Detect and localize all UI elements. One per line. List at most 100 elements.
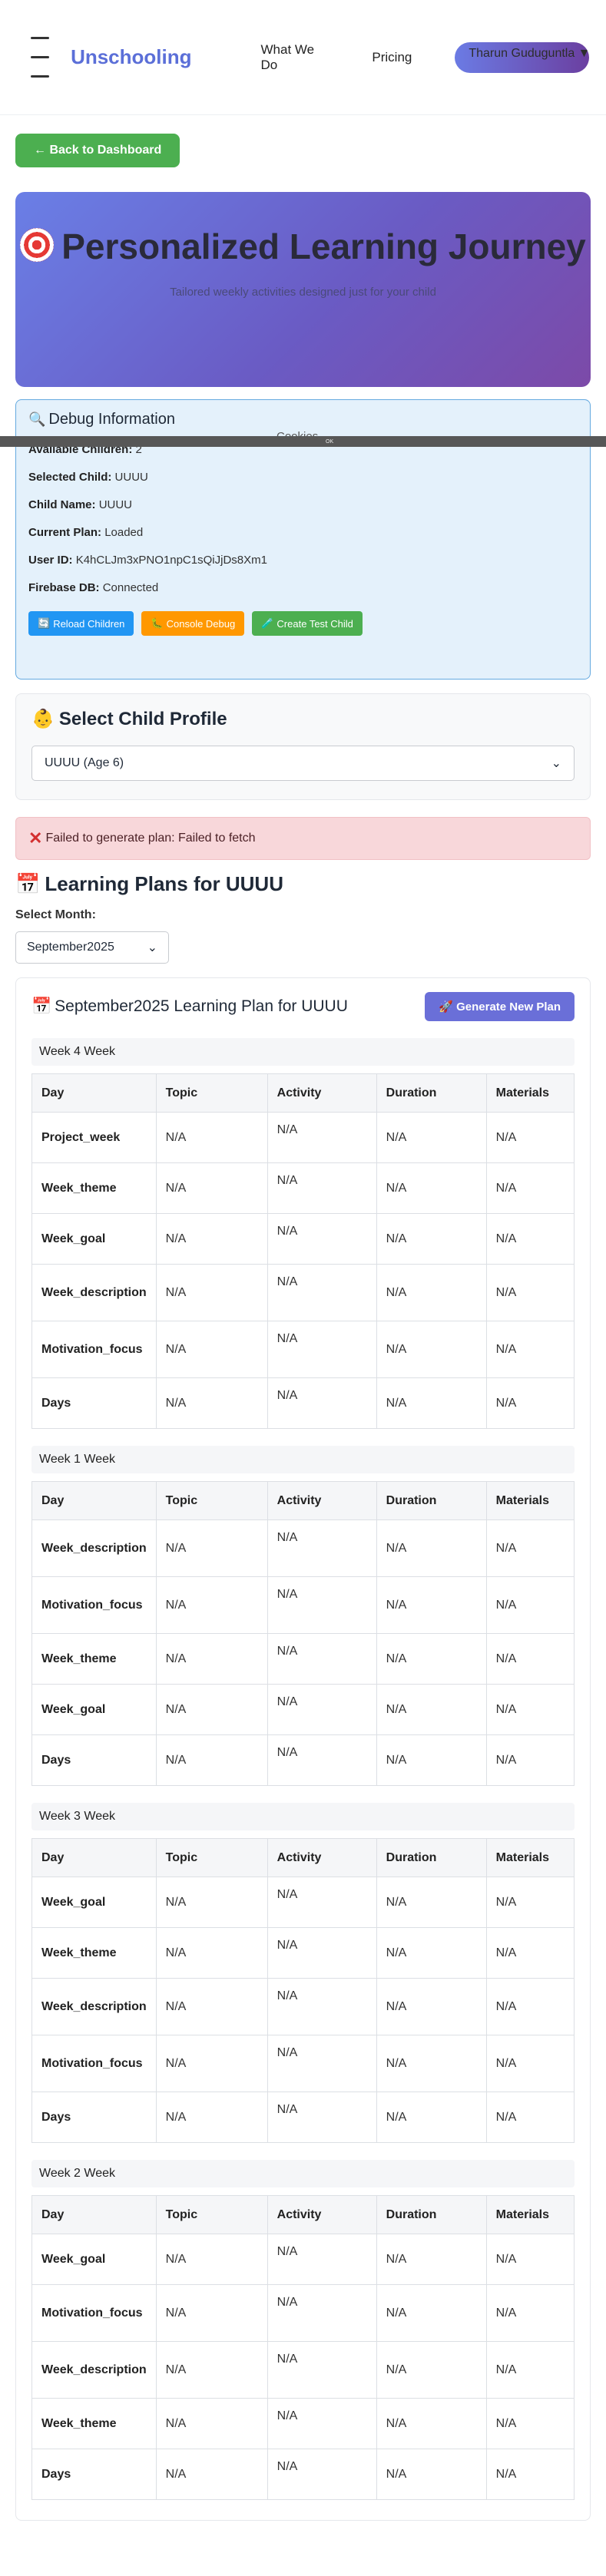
materials-cell: N/A: [485, 1684, 575, 1735]
table-row: Week_description N/A N/A N/A N/A: [31, 1519, 575, 1577]
plan-title: 📅 September2025 Learning Plan for UUUU: [31, 997, 348, 1015]
day-cell: Motivation_focus: [31, 2035, 157, 2092]
week-title: Week 1 Week: [31, 1446, 575, 1473]
week-title: Week 3 Week: [31, 1803, 575, 1830]
child-select-title: 👶 Select Child Profile: [31, 708, 227, 730]
column-header: Materials: [485, 1073, 575, 1113]
table-row: Days N/A N/A N/A N/A: [31, 1734, 575, 1786]
activity-cell: N/A: [267, 1264, 377, 1321]
duration-cell: N/A: [376, 1213, 487, 1265]
table-row: Week_theme N/A N/A N/A N/A: [31, 2398, 575, 2449]
duration-cell: N/A: [376, 1633, 487, 1685]
column-header: Topic: [155, 1481, 268, 1520]
table-row: Week_theme N/A N/A N/A N/A: [31, 1633, 575, 1685]
duration-cell: N/A: [376, 1321, 487, 1378]
day-cell: Week_description: [31, 1978, 157, 2035]
cookie-banner-text: Cookies: [277, 430, 319, 443]
table-row: Week_description N/A N/A N/A N/A: [31, 1264, 575, 1321]
create-test-child-button[interactable]: 🧪 Create Test Child: [252, 611, 363, 636]
debug-row: Current Plan: Loaded: [28, 526, 144, 539]
duration-cell: N/A: [376, 1927, 487, 1979]
day-cell: Motivation_focus: [31, 1576, 157, 1634]
site-header: Unschooling What We Do Pricing Tharun Gu…: [0, 0, 606, 115]
duration-cell: N/A: [376, 1112, 487, 1163]
reload-children-button[interactable]: 🔄 Reload Children: [28, 611, 134, 636]
duration-cell: N/A: [376, 1684, 487, 1735]
learning-plan-card: 📅 September2025 Learning Plan for UUUU 🚀 G…: [15, 977, 591, 2521]
duration-cell: N/A: [376, 2035, 487, 2092]
calendar-icon: 📅: [15, 872, 41, 895]
materials-cell: N/A: [485, 2234, 575, 2285]
nav-what-we-do[interactable]: What We Do: [261, 42, 329, 73]
activity-cell: N/A: [267, 1519, 377, 1577]
day-cell: Week_goal: [31, 1684, 157, 1735]
activity-cell: N/A: [267, 1734, 377, 1786]
activity-cell: N/A: [267, 1576, 377, 1634]
chevron-down-icon: ⌄: [147, 941, 157, 954]
topic-cell: N/A: [155, 1684, 268, 1735]
activity-cell: N/A: [267, 2092, 377, 2143]
materials-cell: N/A: [485, 1112, 575, 1163]
brand-logo[interactable]: Unschooling: [71, 45, 191, 69]
activity-cell: N/A: [267, 1877, 377, 1928]
materials-cell: N/A: [485, 1162, 575, 1214]
duration-cell: N/A: [376, 1162, 487, 1214]
topic-cell: N/A: [155, 1519, 268, 1577]
month-select-dropdown[interactable]: September2025 ⌄: [15, 931, 169, 964]
refresh-icon: 🔄: [38, 617, 51, 629]
generate-new-plan-button[interactable]: 🚀 Generate New Plan: [425, 992, 575, 1021]
table-row: Project_week N/A N/A N/A N/A: [31, 1112, 575, 1163]
materials-cell: N/A: [485, 1978, 575, 2035]
topic-cell: N/A: [155, 1264, 268, 1321]
child-select-dropdown[interactable]: UUUU (Age 6) ⌄: [31, 746, 575, 781]
duration-cell: N/A: [376, 1734, 487, 1786]
chevron-down-icon: ⌄: [551, 757, 561, 770]
duration-cell: N/A: [376, 2398, 487, 2449]
duration-cell: N/A: [376, 2341, 487, 2399]
console-debug-button[interactable]: 🐛 Console Debug: [141, 611, 245, 636]
column-header: Topic: [155, 2195, 268, 2234]
topic-cell: N/A: [155, 2398, 268, 2449]
column-header: Day: [31, 1838, 157, 1877]
hamburger-menu-icon[interactable]: [31, 37, 49, 78]
topic-cell: N/A: [155, 1734, 268, 1786]
column-header: Materials: [485, 2195, 575, 2234]
topic-cell: N/A: [155, 2341, 268, 2399]
nav-pricing[interactable]: Pricing: [372, 50, 412, 65]
hero-subtitle: Tailored weekly activities designed just…: [170, 286, 436, 299]
day-cell: Days: [31, 2449, 157, 2500]
column-header: Topic: [155, 1073, 268, 1113]
column-header: Duration: [376, 1073, 487, 1113]
back-to-dashboard-button[interactable]: ← Back to Dashboard: [15, 134, 180, 167]
table-row: Days N/A N/A N/A N/A: [31, 2449, 575, 2500]
materials-cell: N/A: [485, 2449, 575, 2500]
error-x-icon: ✕: [28, 828, 43, 848]
topic-cell: N/A: [155, 1633, 268, 1685]
day-cell: Week_goal: [31, 1877, 157, 1928]
materials-cell: N/A: [485, 1927, 575, 1979]
topic-cell: N/A: [155, 2234, 268, 2285]
table-row: Week_goal N/A N/A N/A N/A: [31, 2234, 575, 2285]
topic-cell: N/A: [155, 2284, 268, 2342]
day-cell: Week_description: [31, 1264, 157, 1321]
table-row: Week_goal N/A N/A N/A N/A: [31, 1877, 575, 1928]
user-menu-button[interactable]: Tharun Guduguntla ▼: [455, 41, 589, 73]
activity-cell: N/A: [267, 2035, 377, 2092]
table-row: Motivation_focus N/A N/A N/A N/A: [31, 2284, 575, 2342]
table-row: Days N/A N/A N/A N/A: [31, 2092, 575, 2143]
materials-cell: N/A: [485, 1377, 575, 1429]
duration-cell: N/A: [376, 1519, 487, 1577]
debug-row: User ID: K4hCLJm3xPNO1npC1sQiJjDs8Xm1: [28, 554, 267, 567]
column-header: Duration: [376, 1838, 487, 1877]
cookie-ok-button[interactable]: OK: [326, 439, 333, 445]
topic-cell: N/A: [155, 1978, 268, 2035]
error-alert: ✕ Failed to generate plan: Failed to fetc…: [15, 817, 591, 860]
table-row: Week_goal N/A N/A N/A N/A: [31, 1684, 575, 1735]
duration-cell: N/A: [376, 1978, 487, 2035]
week-title: Week 4 Week: [31, 1038, 575, 1066]
activity-cell: N/A: [267, 2284, 377, 2342]
column-header: Duration: [376, 2195, 487, 2234]
column-header: Materials: [485, 1838, 575, 1877]
debug-row: Firebase DB: Connected: [28, 581, 159, 594]
main-content: ← Back to Dashboard Personalized Learnin…: [0, 115, 606, 2521]
